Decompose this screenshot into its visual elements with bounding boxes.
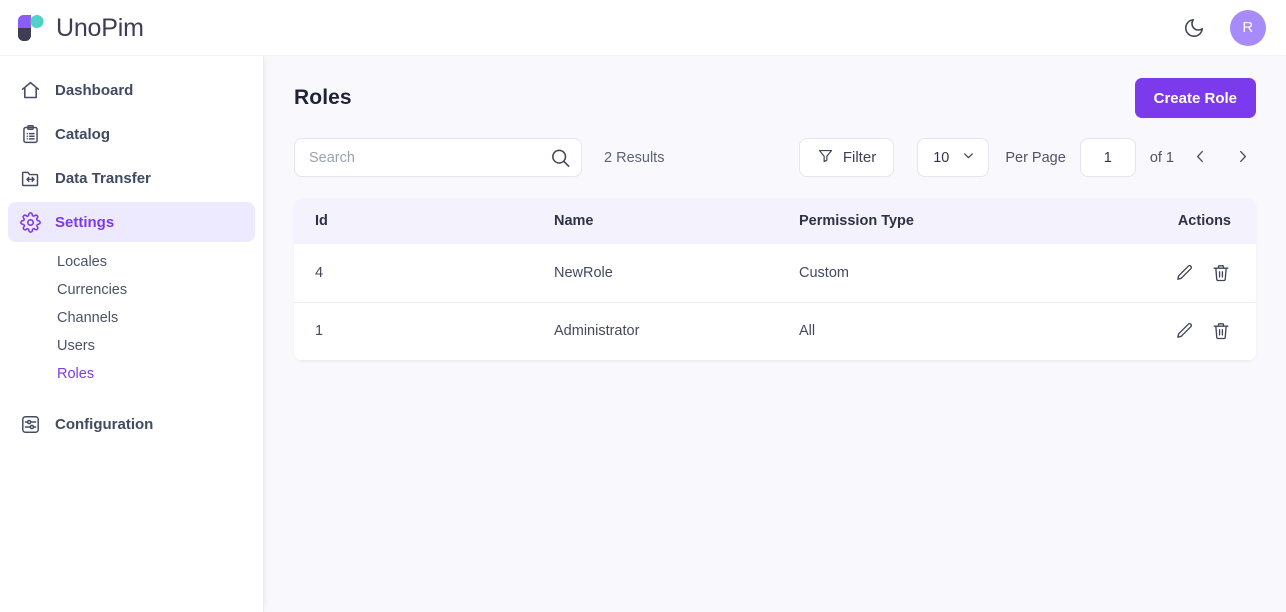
chevron-left-icon <box>1192 148 1209 168</box>
avatar[interactable]: R <box>1230 10 1266 46</box>
total-pages-label: of 1 <box>1150 150 1174 166</box>
top-bar-actions: R <box>1180 10 1266 46</box>
sidebar-item-label: Data Transfer <box>55 170 151 187</box>
edit-pencil-icon[interactable] <box>1174 321 1194 341</box>
column-header-id[interactable]: Id <box>294 198 554 244</box>
table-head: Id Name Permission Type Actions <box>294 198 1256 244</box>
row-action-group <box>1136 321 1231 341</box>
cell-id: 1 <box>294 302 554 360</box>
cell-name: NewRole <box>554 244 799 302</box>
search-icon[interactable] <box>549 146 572 169</box>
per-page-label: Per Page <box>1005 150 1065 166</box>
create-role-button[interactable]: Create Role <box>1135 78 1256 118</box>
brand-logo[interactable]: UnoPim <box>14 11 168 45</box>
sidebar-item-label: Settings <box>55 214 114 231</box>
sidebar-item-label: Catalog <box>55 126 110 143</box>
table-body: 4 NewRole Custom <box>294 244 1256 360</box>
results-count: 2 Results <box>604 150 664 166</box>
edit-pencil-icon[interactable] <box>1174 263 1194 283</box>
sidebar-item-label: Dashboard <box>55 82 133 99</box>
search-field-wrapper <box>294 138 582 177</box>
per-page-value: 10 <box>933 150 949 166</box>
top-bar: UnoPim R <box>0 0 1286 56</box>
per-page-select[interactable]: 10 <box>917 138 989 177</box>
page-title: Roles <box>294 86 352 110</box>
roles-table: Id Name Permission Type Actions 4 NewRol… <box>294 198 1256 361</box>
sidebar-subitem-channels[interactable]: Channels <box>8 304 255 332</box>
cell-permission-type: All <box>799 302 1136 360</box>
main-content: Roles Create Role 2 Results <box>264 56 1286 612</box>
gear-icon <box>18 210 42 234</box>
trash-icon[interactable] <box>1211 263 1231 283</box>
table-header-row: Id Name Permission Type Actions <box>294 198 1256 244</box>
sidebar-item-dashboard[interactable]: Dashboard <box>8 70 255 110</box>
current-page-input[interactable] <box>1080 138 1136 177</box>
home-icon <box>18 78 42 102</box>
sidebar-subitem-roles[interactable]: Roles <box>8 360 255 388</box>
moon-glyph <box>1183 17 1205 39</box>
previous-page-button[interactable] <box>1186 142 1214 174</box>
search-input[interactable] <box>294 138 582 177</box>
chevron-down-icon <box>961 148 976 167</box>
folder-transfer-icon <box>18 166 42 190</box>
row-action-group <box>1136 263 1231 283</box>
column-header-actions: Actions <box>1136 198 1256 244</box>
chevron-right-icon <box>1234 148 1251 168</box>
trash-icon[interactable] <box>1211 321 1231 341</box>
funnel-icon <box>817 147 834 168</box>
column-header-name[interactable]: Name <box>554 198 799 244</box>
cell-actions <box>1136 244 1256 302</box>
sidebar-item-catalog[interactable]: Catalog <box>8 114 255 154</box>
column-header-permission-type[interactable]: Permission Type <box>799 198 1136 244</box>
sidebar: Dashboard Catalog <box>0 56 264 612</box>
logo-shape-icon <box>14 11 48 45</box>
sidebar-subitem-currencies[interactable]: Currencies <box>8 276 255 304</box>
unopim-wordmark: UnoPim <box>56 13 168 43</box>
pagination-controls: Filter 10 Per Page of 1 <box>799 138 1256 177</box>
list-toolbar: 2 Results Filter 10 <box>264 132 1286 177</box>
sidebar-subitem-locales[interactable]: Locales <box>8 248 255 276</box>
sliders-icon <box>18 412 42 436</box>
filter-label: Filter <box>843 149 876 166</box>
sidebar-item-data-transfer[interactable]: Data Transfer <box>8 158 255 198</box>
nav-spacer <box>8 394 255 404</box>
moon-icon[interactable] <box>1180 14 1208 42</box>
table-row[interactable]: 1 Administrator All <box>294 302 1256 360</box>
roles-table-card: Id Name Permission Type Actions 4 NewRol… <box>294 198 1256 361</box>
sidebar-subitem-users[interactable]: Users <box>8 332 255 360</box>
page-header: Roles Create Role <box>264 56 1286 132</box>
app-body: Dashboard Catalog <box>0 56 1286 612</box>
next-page-button[interactable] <box>1228 142 1256 174</box>
table-row[interactable]: 4 NewRole Custom <box>294 244 1256 302</box>
sidebar-item-configuration[interactable]: Configuration <box>8 404 255 444</box>
app-root: UnoPim R Dashboard <box>0 0 1286 612</box>
settings-subnav: Locales Currencies Channels Users Roles <box>8 246 255 394</box>
cell-permission-type: Custom <box>799 244 1136 302</box>
sidebar-item-settings[interactable]: Settings <box>8 202 255 242</box>
sidebar-item-label: Configuration <box>55 416 153 433</box>
filter-button[interactable]: Filter <box>799 138 894 177</box>
cell-actions <box>1136 302 1256 360</box>
clipboard-icon <box>18 122 42 146</box>
unopim-logo-mark <box>14 11 48 45</box>
svg-text:UnoPim: UnoPim <box>56 14 144 42</box>
cell-id: 4 <box>294 244 554 302</box>
cell-name: Administrator <box>554 302 799 360</box>
